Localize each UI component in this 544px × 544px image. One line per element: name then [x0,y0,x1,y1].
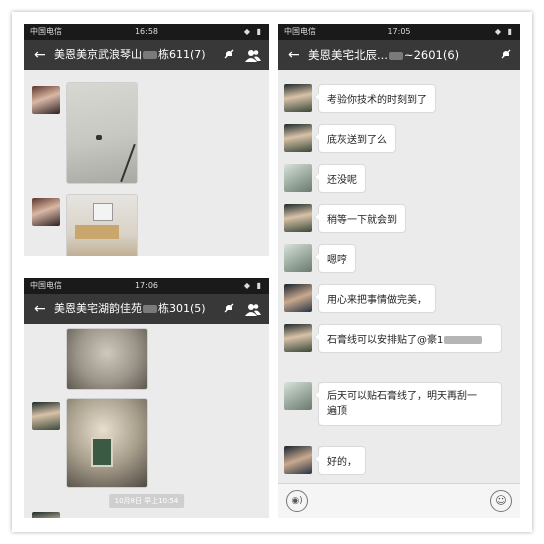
input-bar: ◉) ☺ [278,483,520,518]
redacted-block [388,51,403,60]
avatar[interactable] [284,164,312,192]
avatar[interactable] [32,402,60,430]
carrier-label: 中国电信 [30,27,62,36]
message-bubble[interactable]: 用心来把事情做完美， [314,284,436,313]
message-bubble[interactable]: 好的， [314,446,366,475]
mirror [93,203,113,221]
chat-screen-2: 中国电信 17:06 ◆ ▮ ← 美恩美宅湖韵佳苑 栋301(5) 10月8日 早… [24,278,269,518]
message-bubble[interactable]: 还没呢 [314,164,366,193]
window [91,437,113,467]
avatar[interactable] [32,86,60,114]
message-text: 石膏线可以安排贴了@豪1 [327,335,444,346]
clock: 16:58 [134,27,159,36]
chat-header: ← 美恩美京武浪琴山 栋611(7) [24,40,269,70]
back-arrow-icon[interactable]: ← [288,40,300,70]
mute-icon [500,48,512,60]
status-icons: ◆ ▮ [243,27,263,36]
status-icons: ◆ ▮ [243,281,263,290]
avatar[interactable] [284,244,312,272]
message-bubble[interactable]: 嗯哼 [314,244,356,273]
chat-screen-3: 中国电信 17:05 ◆ ▮ ← 美恩美宅北辰... ~2601(6) 考验你技术… [278,24,520,518]
message-bubble[interactable]: 石膏线可以安排贴了@豪1 [314,324,502,353]
photo-message[interactable] [66,194,138,256]
chat-screen-1: 中国电信 16:58 ◆ ▮ ← 美恩美京武浪琴山 栋611(7) [24,24,269,256]
message-text: 遍顶 [327,406,347,417]
status-bar: 中国电信 17:05 ◆ ▮ [278,24,520,40]
back-arrow-icon[interactable]: ← [34,40,46,70]
avatar[interactable] [284,284,312,312]
avatar[interactable] [32,512,60,518]
cable [120,143,136,183]
emoji-icon[interactable]: ☺ [490,490,512,512]
mute-icon [223,302,235,314]
timestamp: 10月8日 早上10:54 [108,494,185,508]
chat-title: 美恩美宅北辰... ~2601(6) [308,48,460,62]
collage-frame: 中国电信 16:58 ◆ ▮ ← 美恩美京武浪琴山 栋611(7) 中国电信 1… [12,12,532,532]
status-bar: 中国电信 17:06 ◆ ▮ [24,278,269,294]
redacted-block [143,305,157,313]
back-arrow-icon[interactable]: ← [34,294,46,324]
carrier-label: 中国电信 [30,281,62,290]
avatar[interactable] [284,324,312,352]
voice-icon[interactable]: ◉) [286,490,308,512]
avatar[interactable] [284,382,312,410]
message-bubble[interactable]: 考验你技术的时刻到了 [314,84,436,113]
message-text: 后天可以贴石膏线了，明天再刮一 [327,391,477,402]
photo-message[interactable] [66,398,148,488]
message-bubble[interactable]: 后天可以贴石膏线了，明天再刮一 遍顶 [314,382,502,426]
vanity-cabinet [75,225,119,239]
avatar[interactable] [284,84,312,112]
avatar[interactable] [284,124,312,152]
redacted-block [143,51,157,59]
clock: 17:05 [387,27,411,36]
members-icon[interactable] [245,302,261,316]
avatar[interactable] [284,204,312,232]
clock: 17:06 [134,281,159,290]
avatar[interactable] [284,446,312,474]
message-bubble[interactable]: 稍等一下就会到 [314,204,406,233]
light-fixture [96,135,102,140]
photo-message[interactable] [66,328,148,390]
chat-header: ← 美恩美宅北辰... ~2601(6) [278,40,520,70]
redacted-block [444,336,483,344]
photo-message[interactable] [66,82,138,184]
chat-title: 美恩美宅湖韵佳苑 栋301(5) [54,302,206,315]
status-bar: 中国电信 16:58 ◆ ▮ [24,24,269,40]
carrier-label: 中国电信 [284,27,316,36]
avatar[interactable] [32,198,60,226]
members-icon[interactable] [245,48,261,62]
chat-header: ← 美恩美宅湖韵佳苑 栋301(5) [24,294,269,324]
message-bubble[interactable]: 底灰送到了么 [314,124,396,153]
status-icons: ◆ ▮ [494,27,514,36]
mute-icon [223,48,235,60]
chat-title: 美恩美京武浪琴山 栋611(7) [54,48,206,61]
